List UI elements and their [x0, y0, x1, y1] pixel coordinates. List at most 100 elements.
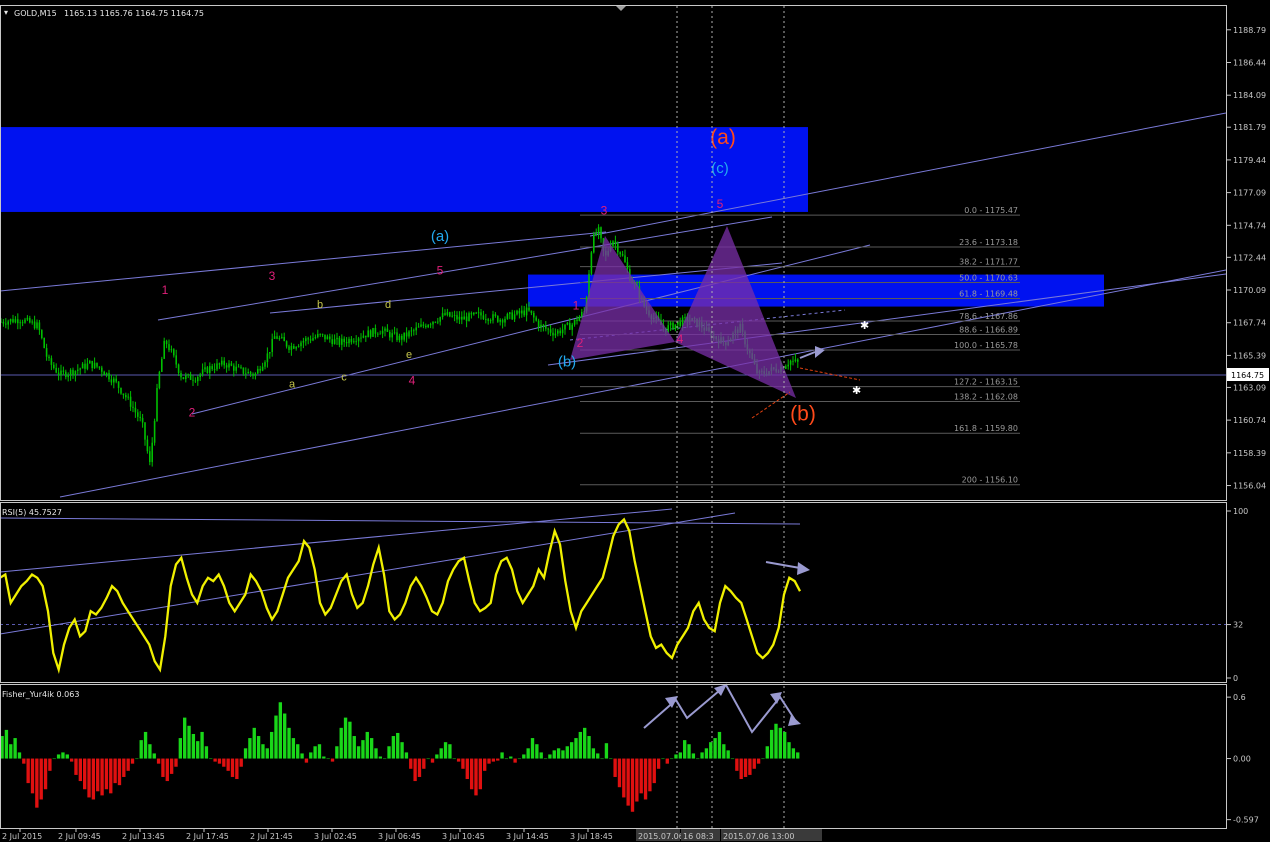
candle-body — [288, 346, 290, 350]
fisher-bar — [469, 758, 474, 790]
wave-label: 2 — [189, 406, 196, 420]
svg-text:✱: ✱ — [852, 384, 861, 397]
candle-body — [7, 321, 9, 325]
candle-body — [254, 373, 257, 376]
candle-body — [101, 367, 103, 372]
candle-body — [497, 315, 499, 322]
fisher-bar — [743, 758, 748, 777]
fisher-bar — [578, 731, 583, 759]
candle-body — [233, 365, 235, 371]
fisher-bar — [622, 758, 626, 798]
fisher-bar — [683, 740, 687, 759]
symbol-chevron-icon[interactable]: ▾ — [4, 8, 8, 17]
fisher-bar — [322, 756, 326, 759]
wave-label: (c) — [711, 160, 729, 177]
price-tick-label: 1165.39 — [1233, 351, 1266, 360]
fisher-bar — [591, 748, 596, 759]
fisher-bar — [596, 753, 600, 759]
candle-body — [48, 356, 50, 359]
trading-chart[interactable]: 0.0 - 1175.47 23.6 - 1173.18 38.2 - 1171.7… — [0, 0, 1270, 842]
fisher-bar — [65, 754, 69, 759]
candle-body — [235, 366, 237, 371]
fisher-bar — [426, 758, 430, 760]
wave-label: (b) — [790, 403, 816, 426]
candle-body — [249, 371, 252, 374]
wave-label: (b) — [558, 353, 576, 370]
fisher-label: Fisher_Yur4ik 0.063 — [2, 690, 79, 699]
candle-body — [269, 352, 271, 354]
candle-body — [576, 319, 578, 322]
candle-body — [439, 317, 441, 322]
candle-body — [374, 328, 377, 334]
candle-body — [357, 338, 360, 342]
candle-body — [794, 359, 797, 361]
candle-body — [300, 342, 302, 347]
candle-body — [326, 336, 329, 340]
fisher-bar — [778, 727, 783, 759]
candle-body — [26, 317, 29, 320]
fisher-bar — [52, 758, 56, 760]
fisher-bar — [700, 752, 704, 759]
candle-body — [403, 332, 405, 340]
candle-body — [509, 312, 511, 314]
candle-body — [417, 326, 420, 328]
fib-label: 138.2 - 1162.08 — [954, 392, 1018, 401]
candle-body — [329, 336, 331, 340]
candle-body — [302, 341, 305, 343]
fisher-bar — [517, 758, 522, 760]
candle-body — [540, 324, 542, 328]
candle-body — [81, 363, 84, 369]
candle-body — [2, 321, 5, 324]
candle-body — [672, 322, 674, 330]
candle-body — [218, 363, 221, 365]
fisher-bar — [617, 758, 622, 788]
fisher-bar — [687, 744, 691, 759]
candle-body — [312, 338, 314, 341]
fisher-bar — [483, 758, 487, 771]
fib-label: 161.8 - 1159.80 — [954, 424, 1018, 433]
candle-body — [113, 378, 115, 383]
candle-body — [485, 319, 487, 320]
wave-label: b — [317, 299, 323, 311]
fisher-bar — [122, 758, 126, 777]
fisher-bar — [335, 746, 339, 759]
candle-body — [137, 412, 139, 417]
candle-body — [225, 365, 228, 368]
candle-body — [297, 346, 300, 348]
fisher-bar — [465, 758, 469, 780]
price-tick-label: 1156.04 — [1233, 482, 1266, 491]
fisher-bar — [491, 758, 496, 762]
candle-body — [427, 325, 429, 328]
fisher-bar — [526, 748, 530, 759]
fisher-bar — [278, 702, 283, 759]
candle-body — [93, 362, 96, 369]
fisher-tick-label: -0.597 — [1233, 816, 1259, 825]
candle-body — [240, 366, 242, 368]
fisher-bar — [400, 742, 404, 759]
resistance-zone[interactable] — [0, 127, 808, 212]
fisher-bar — [196, 741, 200, 759]
candle-body — [367, 330, 369, 338]
candle-body — [259, 368, 261, 371]
candle-body — [319, 333, 321, 335]
fisher-bar — [226, 758, 230, 771]
candle-body — [199, 374, 201, 378]
candle-body — [213, 369, 216, 370]
candle-body — [146, 439, 149, 452]
wave-label: 1 — [573, 298, 580, 312]
fisher-bar — [630, 758, 635, 812]
fib-label: 78.6 - 1167.86 — [959, 312, 1018, 321]
fisher-bar — [448, 744, 452, 759]
fisher-bar — [374, 748, 378, 759]
candle-body — [470, 313, 473, 315]
candle-body — [261, 366, 264, 371]
fisher-bar — [696, 758, 700, 760]
candle-body — [422, 324, 425, 326]
candle-body — [84, 363, 86, 369]
candle-body — [153, 420, 156, 443]
fisher-bar — [239, 758, 243, 767]
candle-body — [384, 328, 386, 331]
fisher-bar — [274, 715, 278, 759]
candle-body — [513, 314, 516, 320]
candle-body — [180, 372, 182, 378]
